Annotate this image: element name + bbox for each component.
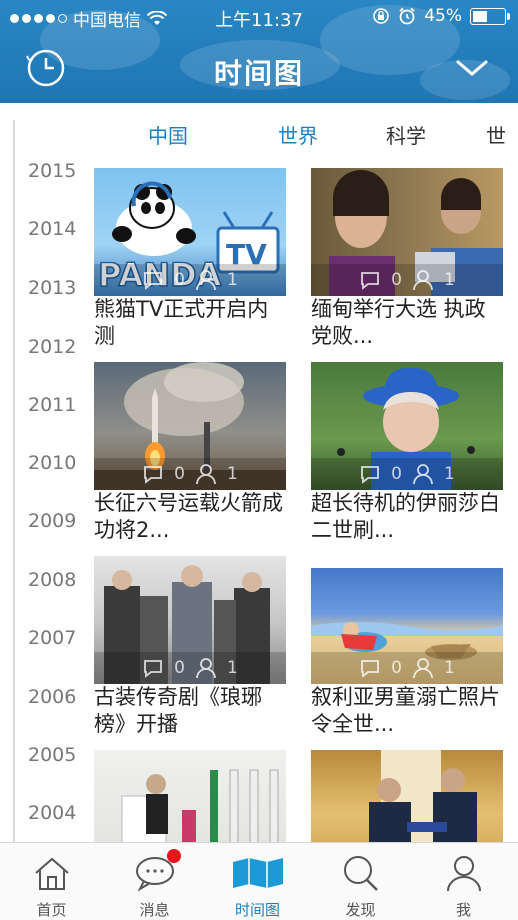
person-icon bbox=[196, 464, 216, 485]
year-label[interactable]: 2010 bbox=[28, 452, 76, 474]
year-label[interactable]: 2007 bbox=[28, 627, 76, 649]
card-stats: 0 1 bbox=[311, 264, 503, 296]
year-label[interactable]: 2012 bbox=[28, 336, 76, 358]
alarm-icon bbox=[399, 7, 415, 25]
comment-icon bbox=[361, 466, 380, 484]
tabbar-discover[interactable]: 发现 bbox=[309, 843, 412, 920]
tabbar-label: 发现 bbox=[345, 901, 376, 919]
year-label[interactable]: 2009 bbox=[28, 510, 76, 532]
news-card[interactable]: 0 1 古装传奇剧《琅琊榜》开播 bbox=[94, 556, 286, 742]
home-icon bbox=[34, 857, 69, 890]
card-stats: 0 1 bbox=[94, 458, 286, 490]
news-card[interactable]: 0 1 叙利亚男童溺亡照片令全世... bbox=[311, 556, 503, 742]
card-stats: 0 1 bbox=[94, 652, 286, 684]
chevron-down-icon[interactable] bbox=[454, 54, 490, 82]
news-card[interactable]: 0 1 长征六号运载火箭成功将2... bbox=[94, 362, 286, 548]
person-icon bbox=[413, 464, 433, 485]
status-bar: 中国电信 上午11:37 45% bbox=[0, 0, 518, 34]
year-label[interactable]: 2006 bbox=[28, 686, 76, 708]
tabbar-label: 首页 bbox=[36, 901, 67, 919]
year-label[interactable]: 2013 bbox=[28, 277, 76, 299]
news-caption[interactable]: 古装传奇剧《琅琊榜》开播 bbox=[94, 684, 286, 738]
tabbar-timeline[interactable]: 时间图 bbox=[206, 843, 309, 920]
like-count: 1 bbox=[444, 270, 455, 290]
category-tabs: 中国 世界 科学 世 bbox=[96, 120, 518, 154]
person-icon bbox=[196, 270, 216, 291]
comment-count: 0 bbox=[174, 464, 185, 484]
news-thumbnail: 0 1 bbox=[94, 556, 286, 684]
tabbar-label: 消息 bbox=[139, 901, 170, 919]
header: 中国电信 上午11:37 45% 时间图 bbox=[0, 0, 518, 103]
year-label[interactable]: 2004 bbox=[28, 802, 76, 824]
comment-icon bbox=[144, 466, 163, 484]
tab-science[interactable]: 科学 bbox=[386, 120, 426, 149]
news-thumbnail: 0 1 bbox=[94, 362, 286, 490]
comment-count: 0 bbox=[391, 464, 402, 484]
tabbar-label: 时间图 bbox=[234, 901, 280, 919]
tabbar-home[interactable]: 首页 bbox=[0, 843, 103, 920]
year-label[interactable]: 2011 bbox=[28, 394, 76, 416]
news-card[interactable]: TV PANDA 0 1 熊猫TV正式开启内测 bbox=[94, 168, 286, 354]
like-count: 1 bbox=[227, 658, 238, 678]
comment-count: 0 bbox=[391, 270, 402, 290]
comment-icon bbox=[361, 660, 380, 678]
comment-count: 0 bbox=[391, 658, 402, 678]
map-icon bbox=[232, 858, 283, 888]
battery-icon bbox=[470, 7, 510, 25]
comment-icon bbox=[144, 660, 163, 678]
year-label[interactable]: 2008 bbox=[28, 569, 76, 591]
year-label[interactable]: 2005 bbox=[28, 744, 76, 766]
comment-icon bbox=[144, 272, 163, 290]
like-count: 1 bbox=[444, 464, 455, 484]
like-count: 1 bbox=[444, 658, 455, 678]
news-card[interactable]: 0 1 超长待机的伊丽莎白二世刷... bbox=[311, 362, 503, 548]
like-count: 1 bbox=[227, 270, 238, 290]
notification-badge bbox=[167, 849, 181, 863]
year-label[interactable]: 2015 bbox=[28, 160, 76, 182]
nav-bar: 时间图 bbox=[0, 34, 518, 103]
news-card[interactable]: 0 1 缅甸举行大选 执政党败... bbox=[311, 168, 503, 354]
card-stats: 0 1 bbox=[311, 458, 503, 490]
card-stats: 0 1 bbox=[311, 652, 503, 684]
news-caption[interactable]: 熊猫TV正式开启内测 bbox=[94, 296, 286, 350]
comment-icon bbox=[361, 272, 380, 290]
status-right: 45% bbox=[372, 6, 510, 26]
news-caption[interactable]: 超长待机的伊丽莎白二世刷... bbox=[311, 490, 503, 544]
news-thumbnail: TV PANDA 0 1 bbox=[94, 168, 286, 296]
like-count: 1 bbox=[227, 464, 238, 484]
person-icon bbox=[196, 658, 216, 679]
battery-percent: 45% bbox=[424, 6, 462, 26]
tab-china[interactable]: 中国 bbox=[148, 120, 188, 149]
bottom-tab-bar: 首页 消息 时间图 发现 我 bbox=[0, 842, 518, 920]
timeline-line bbox=[13, 120, 15, 842]
news-thumbnail: 0 1 bbox=[311, 556, 503, 684]
search-icon bbox=[343, 856, 378, 891]
comment-count: 0 bbox=[174, 658, 185, 678]
person-icon bbox=[413, 270, 433, 291]
card-stats: 0 1 bbox=[94, 264, 286, 296]
comment-count: 0 bbox=[174, 270, 185, 290]
tabbar-label: 我 bbox=[455, 901, 471, 919]
news-caption[interactable]: 叙利亚男童溺亡照片令全世... bbox=[311, 684, 503, 738]
tabbar-messages[interactable]: 消息 bbox=[103, 843, 206, 920]
news-thumbnail: 0 1 bbox=[311, 362, 503, 490]
news-thumbnail: 0 1 bbox=[311, 168, 503, 296]
news-caption[interactable]: 长征六号运载火箭成功将2... bbox=[94, 490, 286, 544]
year-label[interactable]: 2014 bbox=[28, 218, 76, 240]
news-caption[interactable]: 缅甸举行大选 执政党败... bbox=[311, 296, 503, 350]
tab-world-more[interactable]: 世 bbox=[486, 120, 506, 149]
person-icon bbox=[446, 856, 481, 892]
tabbar-me[interactable]: 我 bbox=[412, 843, 515, 920]
tab-world[interactable]: 世界 bbox=[278, 120, 318, 149]
person-icon bbox=[413, 658, 433, 679]
page-title: 时间图 bbox=[213, 57, 304, 90]
rotation-lock-icon bbox=[373, 8, 390, 24]
